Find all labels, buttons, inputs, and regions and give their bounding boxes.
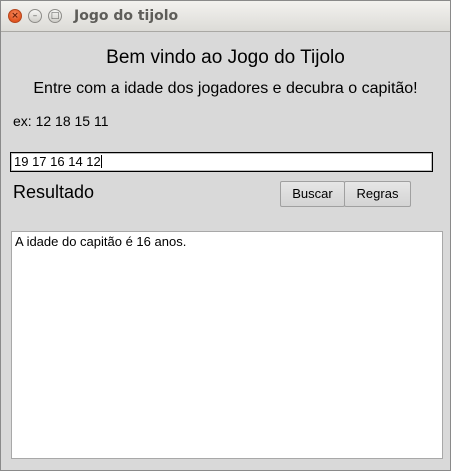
- maximize-window-icon[interactable]: □: [48, 9, 62, 23]
- search-button[interactable]: Buscar: [280, 181, 345, 207]
- window-title: Jogo do tijolo: [74, 8, 179, 24]
- example-text: ex: 12 18 15 11: [13, 113, 109, 129]
- result-label: Resultado: [13, 182, 95, 202]
- ages-input-value: 19 17 16 14 12: [14, 154, 101, 169]
- minimize-window-icon[interactable]: –: [28, 9, 42, 23]
- text-cursor: [100, 155, 102, 168]
- app-window: × – □ Jogo do tijolo Bem vindo ao Jogo d…: [0, 0, 451, 471]
- rules-button[interactable]: Regras: [344, 181, 411, 207]
- title-bar[interactable]: × – □ Jogo do tijolo: [1, 1, 450, 32]
- result-text-area[interactable]: A idade do capitão é 16 anos.: [11, 231, 443, 459]
- welcome-heading: Bem vindo ao Jogo do Tijolo: [106, 47, 345, 68]
- close-window-icon[interactable]: ×: [8, 9, 22, 23]
- result-text: A idade do capitão é 16 anos.: [15, 234, 187, 249]
- instructions-text: Entre com a idade dos jogadores e decubr…: [33, 80, 418, 97]
- ages-input[interactable]: 19 17 16 14 12: [10, 152, 433, 172]
